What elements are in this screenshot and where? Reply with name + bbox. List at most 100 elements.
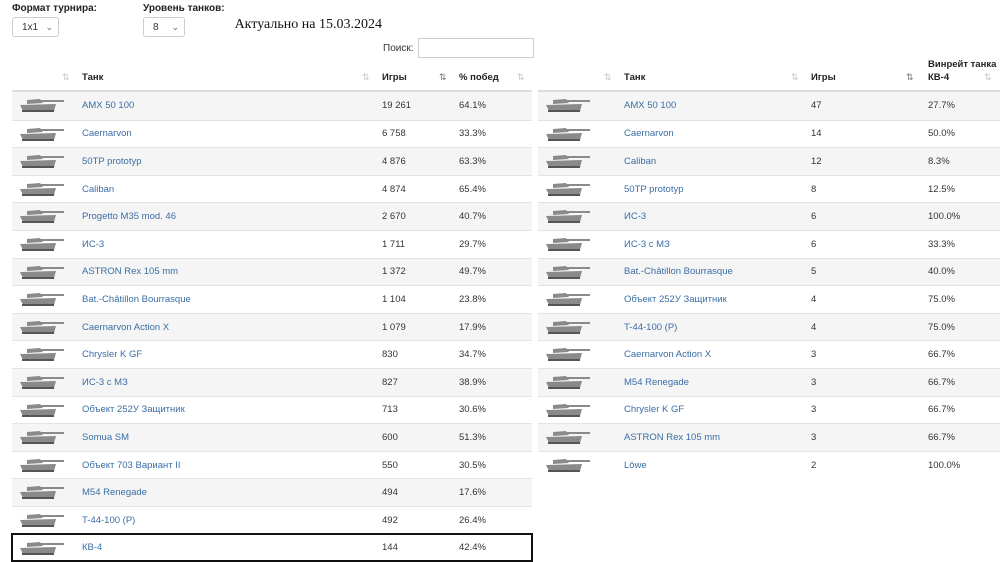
tank-name-link[interactable]: 50TP prototyp (624, 176, 684, 203)
tank-name-link[interactable]: ИС-3 (624, 203, 646, 230)
tank-name-link[interactable]: Объект 703 Вариант II (82, 452, 181, 479)
search-box: Поиск: (383, 38, 534, 58)
sort-arrows-icon[interactable]: ⇅ (62, 72, 69, 83)
tank-name-link[interactable]: Somua SM (82, 424, 129, 451)
winrate-value: 33.3% (928, 238, 955, 250)
tank-name-link[interactable]: Chrysler K GF (624, 397, 684, 424)
tank-name-link[interactable]: T-44-100 (P) (624, 314, 677, 341)
table-row: M54 Renegade 3 66.7% (538, 367, 1000, 396)
header-winrate-line1[interactable]: Винрейт танка (928, 59, 996, 71)
table-row: Progetto M35 mod. 46 2 670 40.7% (12, 202, 532, 230)
winrate-value: 100.0% (928, 211, 961, 223)
winrate-value: 66.7% (928, 376, 955, 388)
format-label: Формат турнира: (12, 3, 97, 14)
winrate-value: 27.7% (928, 100, 955, 112)
tank-name-link[interactable]: ИС-3 (82, 231, 104, 258)
tank-name-link[interactable]: M54 Renegade (82, 479, 147, 506)
search-label: Поиск: (383, 42, 414, 54)
winrate-value: 33.3% (459, 128, 486, 140)
tank-silhouette-icon (18, 264, 66, 281)
header-games[interactable]: Игры (382, 72, 407, 84)
header-tank[interactable]: Танк (82, 72, 103, 84)
table-body: AMX 50 100 47 27.7% Caernarvon 14 50.0% Caliba… (538, 92, 1000, 478)
chevron-down-icon: ⌄ (45, 21, 53, 32)
level-filter: Уровень танков: 8 ⌄ (143, 3, 225, 37)
tank-name-link[interactable]: Caernarvon Action X (82, 314, 169, 341)
sort-arrows-icon[interactable]: ⇅ (791, 72, 798, 83)
tank-silhouette-icon (18, 208, 66, 225)
sort-arrows-icon[interactable]: ⇅ (604, 72, 611, 83)
games-count: 3 (811, 349, 817, 361)
tank-name-link[interactable]: Caliban (624, 148, 656, 175)
table-row: 50TP prototyp 8 12.5% (538, 174, 1000, 203)
tank-silhouette-icon (18, 97, 66, 114)
level-value: 8 (153, 21, 159, 33)
tank-name-link[interactable]: Bat.-Châtillon Bourrasque (624, 259, 733, 286)
tank-name-link[interactable]: Progetto M35 mod. 46 (82, 203, 176, 230)
tank-silhouette-icon (18, 484, 66, 501)
tank-name-link[interactable]: КВ-4 (82, 535, 102, 562)
games-count: 4 (811, 293, 817, 305)
games-count: 1 711 (382, 238, 406, 250)
tank-name-link[interactable]: 50TP prototyp (82, 148, 142, 175)
tank-name-link[interactable]: ИС-3 с МЗ (624, 231, 670, 258)
format-select[interactable]: 1x1 ⌄ (12, 17, 59, 37)
tank-stats-table: ⇅ Танк ⇅ Игры ⇅ % побед ⇅ AMX 50 100 19 2… (11, 62, 533, 562)
tank-name-link[interactable]: ИС-3 с МЗ (82, 369, 128, 396)
tank-name-link[interactable]: Bat.-Châtillon Bourrasque (82, 286, 191, 313)
tank-name-link[interactable]: ASTRON Rex 105 mm (624, 424, 720, 451)
winrate-value: 12.5% (928, 183, 955, 195)
table-row: ASTRON Rex 105 mm 1 372 49.7% (12, 257, 532, 286)
tank-name-link[interactable]: Chrysler K GF (82, 341, 142, 368)
sort-arrows-icon[interactable]: ⇅ (984, 72, 991, 83)
table-row: Объект 252У Защитник 713 30.6% (12, 395, 532, 424)
sort-desc-icon[interactable]: ⇅ (439, 72, 446, 83)
tank-name-link[interactable]: Объект 252У Защитник (82, 397, 185, 424)
header-games[interactable]: Игры (811, 72, 836, 84)
tank-silhouette-icon (544, 264, 592, 281)
tank-silhouette-icon (544, 236, 592, 253)
tank-silhouette-icon (544, 181, 592, 198)
games-count: 19 261 (382, 100, 412, 112)
tank-name-link[interactable]: AMX 50 100 (82, 92, 134, 120)
format-value: 1x1 (22, 21, 39, 33)
tank-name-link[interactable]: Caliban (82, 176, 114, 203)
tank-name-link[interactable]: Caernarvon Action X (624, 341, 711, 368)
winrate-value: 66.7% (928, 349, 955, 361)
tank-name-link[interactable]: Caernarvon (82, 121, 132, 148)
games-count: 494 (382, 487, 398, 499)
tank-silhouette-icon (18, 346, 66, 363)
tank-name-link[interactable]: AMX 50 100 (624, 92, 676, 120)
winrate-value: 17.9% (459, 321, 486, 333)
tank-name-link[interactable]: T-44-100 (P) (82, 507, 135, 534)
level-select[interactable]: 8 ⌄ (143, 17, 185, 37)
tank-silhouette-icon (544, 429, 592, 446)
header-winrate-line2[interactable]: КВ-4 (928, 72, 949, 84)
table-header: ⇅ Танк ⇅ Игры ⇅ Винрейт танка КВ-4 ⇅ (538, 58, 1000, 92)
header-tank[interactable]: Танк (624, 72, 645, 84)
tank-name-link[interactable]: Caernarvon (624, 121, 674, 148)
search-input[interactable] (417, 38, 534, 58)
sort-arrows-icon[interactable]: ⇅ (362, 72, 369, 83)
tank-silhouette-icon (544, 291, 592, 308)
tank-name-link[interactable]: Объект 252У Защитник (624, 286, 727, 313)
sort-desc-icon[interactable]: ⇅ (906, 72, 913, 83)
header-winrate[interactable]: % побед (459, 72, 499, 84)
games-count: 1 372 (382, 266, 406, 278)
opponent-stats-table: ⇅ Танк ⇅ Игры ⇅ Винрейт танка КВ-4 ⇅ AMX… (538, 58, 1000, 478)
winrate-value: 30.6% (459, 404, 486, 416)
winrate-value: 66.7% (928, 431, 955, 443)
winrate-value: 63.3% (459, 155, 486, 167)
tank-name-link[interactable]: M54 Renegade (624, 369, 689, 396)
table-row: ИС-3 1 711 29.7% (12, 229, 532, 258)
winrate-value: 26.4% (459, 514, 486, 526)
games-count: 3 (811, 376, 817, 388)
tank-name-link[interactable]: ASTRON Rex 105 mm (82, 259, 178, 286)
tank-silhouette-icon (18, 457, 66, 474)
table-row: Somua SM 600 51.3% (12, 423, 532, 451)
sort-arrows-icon[interactable]: ⇅ (517, 72, 524, 83)
tank-silhouette-icon (18, 512, 66, 529)
table-row: Caernarvon 6 758 33.3% (12, 119, 532, 148)
tank-name-link[interactable]: Löwe (624, 452, 647, 479)
tank-silhouette-icon (18, 374, 66, 391)
